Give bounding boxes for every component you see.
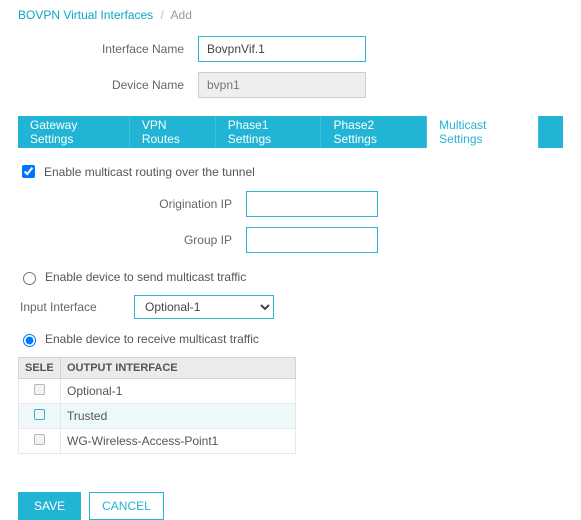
input-interface-select[interactable]: Optional-1 (134, 295, 274, 319)
device-name-label: Device Name (18, 78, 198, 92)
breadcrumb-root-link[interactable]: BOVPN Virtual Interfaces (18, 8, 153, 22)
input-interface-label: Input Interface (18, 300, 134, 314)
receive-multicast-label: Enable device to receive multicast traff… (45, 332, 259, 346)
tab-gateway-settings[interactable]: Gateway Settings (18, 116, 130, 148)
table-header-select: SELE (19, 358, 61, 379)
row-output-name: WG-Wireless-Access-Point1 (61, 429, 296, 454)
output-interface-table: SELE OUTPUT INTERFACE Optional-1 Trusted… (18, 357, 296, 454)
save-button[interactable]: SAVE (18, 492, 81, 520)
enable-multicast-label: Enable multicast routing over the tunnel (44, 165, 255, 179)
table-row[interactable]: Optional-1 (19, 379, 296, 404)
tab-bar: Gateway Settings VPN Routes Phase1 Setti… (18, 116, 563, 148)
interface-name-input[interactable] (198, 36, 366, 62)
table-row[interactable]: Trusted (19, 404, 296, 429)
tab-multicast-settings[interactable]: Multicast Settings (427, 116, 539, 148)
enable-multicast-checkbox[interactable] (22, 165, 35, 178)
tab-vpn-routes[interactable]: VPN Routes (130, 116, 216, 148)
origination-ip-label: Origination IP (18, 197, 246, 211)
row-checkbox[interactable] (34, 384, 45, 395)
breadcrumb: BOVPN Virtual Interfaces / Add (18, 8, 563, 22)
device-name-input (198, 72, 366, 98)
row-checkbox[interactable] (34, 434, 45, 445)
send-multicast-radio[interactable] (23, 272, 36, 285)
table-row[interactable]: WG-Wireless-Access-Point1 (19, 429, 296, 454)
row-output-name: Trusted (61, 404, 296, 429)
tab-phase2-settings[interactable]: Phase2 Settings (321, 116, 427, 148)
table-header-output-interface: OUTPUT INTERFACE (61, 358, 296, 379)
tab-phase1-settings[interactable]: Phase1 Settings (216, 116, 322, 148)
group-ip-input[interactable] (246, 227, 378, 253)
cancel-button[interactable]: CANCEL (89, 492, 164, 520)
origination-ip-input[interactable] (246, 191, 378, 217)
group-ip-label: Group IP (18, 233, 246, 247)
interface-name-label: Interface Name (18, 42, 198, 56)
send-multicast-label: Enable device to send multicast traffic (45, 270, 246, 284)
row-output-name: Optional-1 (61, 379, 296, 404)
receive-multicast-radio[interactable] (23, 334, 36, 347)
row-checkbox[interactable] (34, 409, 45, 420)
tab-bar-filler (539, 116, 563, 148)
breadcrumb-leaf: Add (171, 8, 192, 22)
breadcrumb-separator: / (161, 8, 164, 22)
